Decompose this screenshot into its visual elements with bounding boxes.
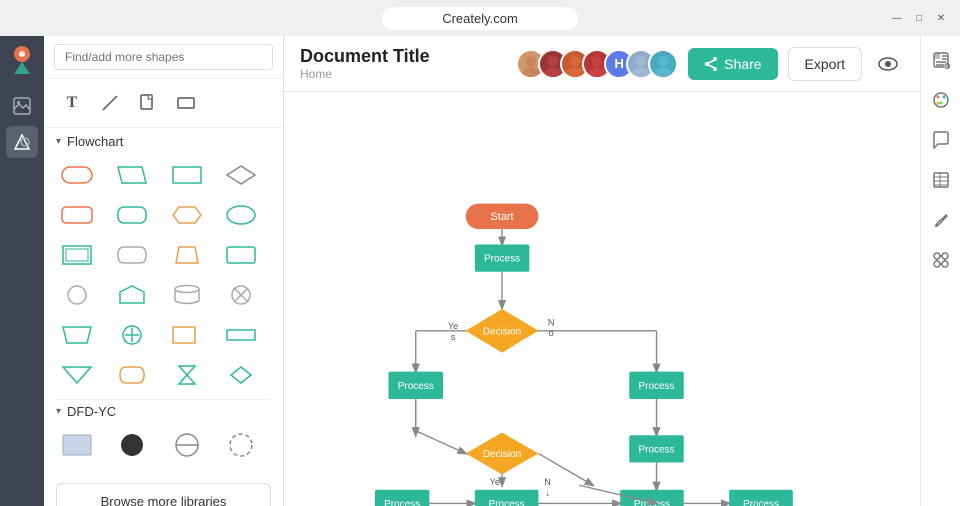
dfd-shapes xyxy=(56,427,271,463)
svg-text:N: N xyxy=(548,317,555,327)
svg-text:o: o xyxy=(549,328,554,338)
shape-item-19[interactable] xyxy=(166,317,208,353)
shape-item-21[interactable] xyxy=(56,357,98,393)
shape-item-10[interactable] xyxy=(111,237,153,273)
table-panel-icon[interactable] xyxy=(925,164,957,196)
dfd-item-1[interactable] xyxy=(56,427,98,463)
svg-text:Process: Process xyxy=(638,445,674,456)
shape-item-7[interactable] xyxy=(166,197,208,233)
dfd-chevron-icon: ▾ xyxy=(56,406,61,417)
process-shape[interactable] xyxy=(166,157,208,193)
shape-item-18[interactable] xyxy=(111,317,153,353)
dfd-section-header[interactable]: ▾ DFD-YC xyxy=(56,404,271,419)
shape-item-6[interactable] xyxy=(111,197,153,233)
image-icon[interactable] xyxy=(6,90,38,122)
dfd-item-3[interactable] xyxy=(166,427,208,463)
decision-shape[interactable] xyxy=(220,157,262,193)
share-label: Share xyxy=(724,56,761,72)
browse-libraries-button[interactable]: Browse more libraries xyxy=(56,483,271,506)
avatar-group: H xyxy=(516,49,678,79)
shape-item-8[interactable] xyxy=(220,197,262,233)
export-button[interactable]: Export xyxy=(788,47,862,81)
shape-tools: T xyxy=(44,79,283,128)
cylinder-shape[interactable] xyxy=(166,277,208,313)
shape-item-17[interactable] xyxy=(56,317,98,353)
connect-panel-icon[interactable] xyxy=(925,244,957,276)
icon-sidebar xyxy=(0,36,44,506)
maximize-button[interactable]: □ xyxy=(912,11,926,25)
svg-text:s: s xyxy=(451,332,456,342)
shape-item-13[interactable] xyxy=(56,277,98,313)
search-input[interactable] xyxy=(54,44,273,70)
shape-item-5[interactable] xyxy=(56,197,98,233)
shape-item-11[interactable] xyxy=(166,237,208,273)
shape-item-14[interactable] xyxy=(111,277,153,313)
page-tool[interactable] xyxy=(132,87,164,119)
header-actions: H Share Export xyxy=(516,47,904,81)
palette-panel-icon[interactable] xyxy=(925,84,957,116)
flowchart-canvas: Start Process Decision Ye s N o Process … xyxy=(284,92,920,506)
line-tool[interactable] xyxy=(94,87,126,119)
parallelogram-shape[interactable] xyxy=(111,157,153,193)
flowchart-shapes xyxy=(56,157,271,393)
svg-text:Ye: Ye xyxy=(490,477,500,487)
svg-text:Process: Process xyxy=(398,381,434,392)
preview-button[interactable] xyxy=(872,48,904,80)
dfd-label: DFD-YC xyxy=(67,404,116,419)
brush-panel-icon[interactable] xyxy=(925,204,957,236)
shape-item-22[interactable] xyxy=(111,357,153,393)
canvas-header: Document Title Home xyxy=(284,36,920,92)
shape-panel: T ▾ Flowchart xyxy=(44,36,284,506)
shape-search-area xyxy=(44,36,283,79)
svg-text:⚙: ⚙ xyxy=(943,64,948,69)
dfd-item-2[interactable] xyxy=(111,427,153,463)
svg-text:Process: Process xyxy=(484,254,520,265)
minimize-button[interactable]: — xyxy=(890,11,904,25)
shapes-icon[interactable] xyxy=(6,126,38,158)
shape-item-16[interactable] xyxy=(220,277,262,313)
shape-item-23[interactable] xyxy=(166,357,208,393)
shape-item-24[interactable] xyxy=(220,357,262,393)
section-divider-1 xyxy=(56,399,271,400)
share-button[interactable]: Share xyxy=(688,48,777,80)
flowchart-section-header[interactable]: ▾ Flowchart xyxy=(56,134,271,149)
template-panel-icon[interactable]: ⚙ xyxy=(925,44,957,76)
terminal-shape[interactable] xyxy=(56,157,98,193)
doc-title-area: Document Title Home xyxy=(300,46,504,81)
text-tool[interactable]: T xyxy=(56,87,88,119)
breadcrumb: Home xyxy=(300,67,504,81)
shape-item-20[interactable] xyxy=(220,317,262,353)
svg-text:↓: ↓ xyxy=(545,488,550,498)
right-panel: ⚙ xyxy=(920,36,960,506)
shape-item-9[interactable] xyxy=(56,237,98,273)
canvas-content[interactable]: Start Process Decision Ye s N o Process … xyxy=(284,92,920,506)
logo[interactable] xyxy=(6,44,38,76)
rect-tool[interactable] xyxy=(170,87,202,119)
svg-text:Process: Process xyxy=(489,499,525,506)
comment-panel-icon[interactable] xyxy=(925,124,957,156)
chevron-icon: ▾ xyxy=(56,136,61,147)
dfd-item-4[interactable] xyxy=(220,427,262,463)
svg-text:Ye: Ye xyxy=(448,321,458,331)
svg-text:Start: Start xyxy=(491,211,514,223)
svg-text:N: N xyxy=(544,477,551,487)
close-button[interactable]: ✕ xyxy=(934,11,948,25)
canvas-area: Document Title Home xyxy=(284,36,920,506)
flowchart-label: Flowchart xyxy=(67,134,123,149)
flowchart-section: ▾ Flowchart xyxy=(44,128,283,475)
url-bar[interactable]: Creately.com xyxy=(382,7,578,30)
document-title: Document Title xyxy=(300,46,504,67)
svg-text:Decision: Decision xyxy=(483,326,521,337)
shape-item-12[interactable] xyxy=(220,237,262,273)
app-body: T ▾ Flowchart xyxy=(0,36,960,506)
svg-text:Process: Process xyxy=(743,499,779,506)
title-bar: Creately.com — □ ✕ xyxy=(0,0,960,36)
window-controls: — □ ✕ xyxy=(890,11,948,25)
svg-text:Process: Process xyxy=(384,499,420,506)
svg-text:Process: Process xyxy=(638,381,674,392)
avatar-6 xyxy=(648,49,678,79)
svg-text:Decision: Decision xyxy=(483,449,521,460)
